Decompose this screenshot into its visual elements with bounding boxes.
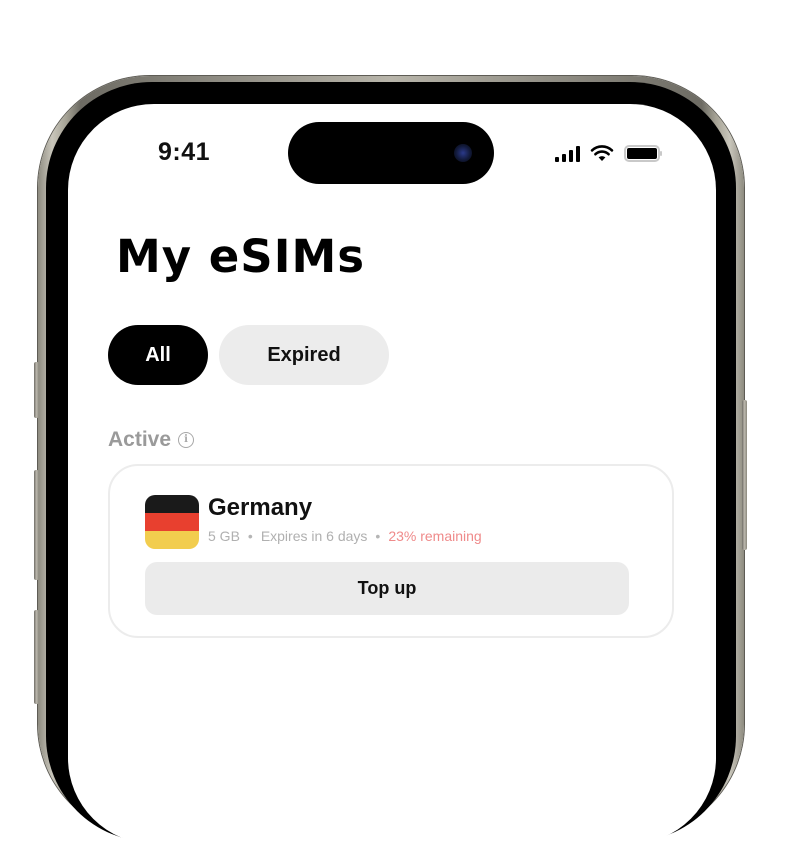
dynamic-island — [288, 122, 494, 184]
tab-all[interactable]: All — [108, 325, 208, 385]
section-title: Active — [108, 428, 172, 451]
cellular-signal-icon — [555, 146, 580, 162]
info-circle-icon[interactable]: i — [178, 432, 195, 448]
esim-meta: 5 GB • Expires in 6 days • 23% remaining — [208, 528, 482, 544]
separator-dot: • — [247, 528, 253, 544]
top-up-button[interactable]: Top up — [145, 562, 629, 615]
status-icons — [555, 142, 662, 162]
esim-country: Germany — [208, 494, 313, 521]
phone-screen: 9:41 My eSIMs All Expired Active i Germa… — [68, 104, 716, 844]
side-button-power — [742, 400, 747, 550]
esim-data-amount: 5 GB — [208, 528, 240, 544]
wifi-icon — [590, 145, 614, 161]
side-button-action — [34, 362, 39, 418]
esim-card[interactable]: Germany 5 GB • Expires in 6 days • 23% r… — [108, 464, 674, 638]
esim-remaining: 23% remaining — [388, 528, 482, 544]
camera-icon — [454, 144, 472, 162]
battery-icon — [624, 145, 662, 162]
page-title: My eSIMs — [116, 230, 366, 283]
section-label-active: Active i — [108, 428, 195, 452]
tab-expired[interactable]: Expired — [219, 325, 389, 385]
side-button-volume-down — [34, 610, 39, 704]
germany-flag-icon — [145, 495, 199, 549]
filter-tabs: All Expired — [108, 325, 389, 385]
separator-dot: • — [375, 528, 381, 544]
esim-expiry: Expires in 6 days — [260, 528, 368, 544]
side-button-volume-up — [34, 470, 39, 580]
status-time: 9:41 — [158, 138, 211, 166]
